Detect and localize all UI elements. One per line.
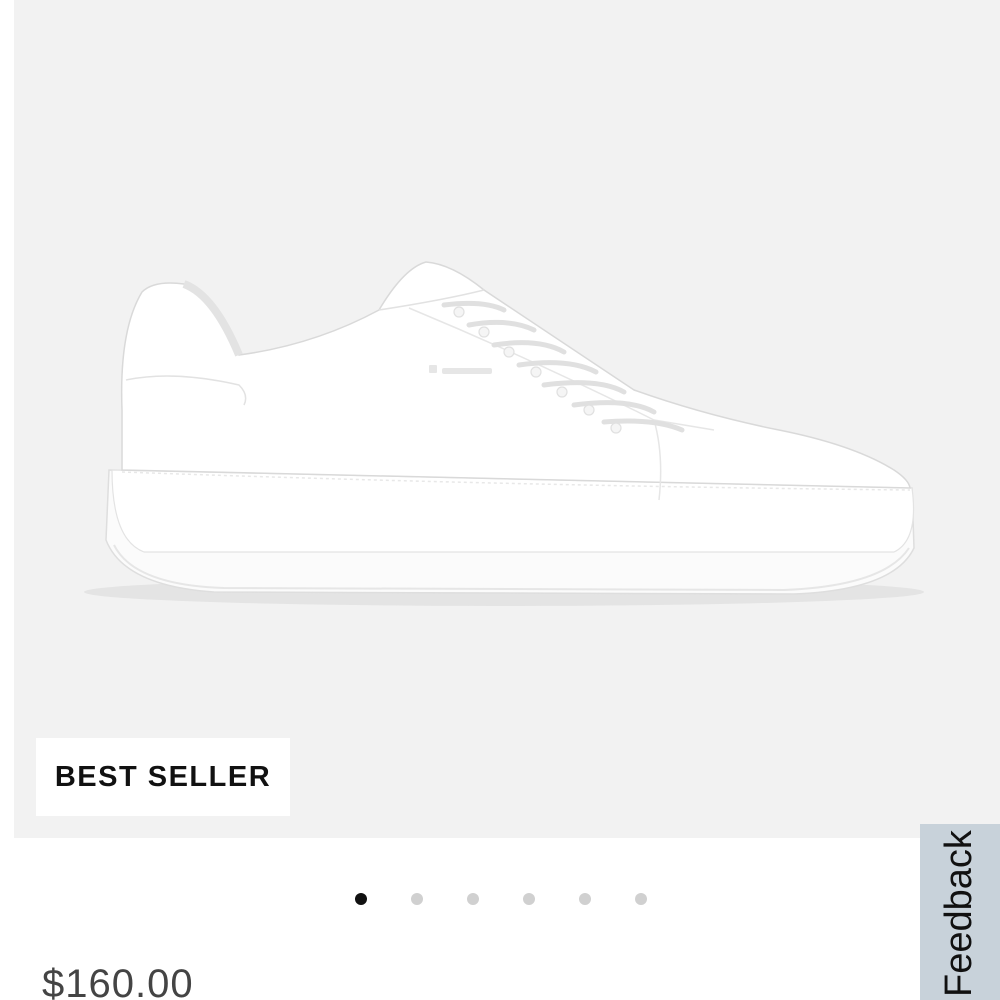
carousel-dot-5[interactable] (579, 893, 591, 905)
best-seller-label: BEST SELLER (54, 760, 272, 793)
carousel-dot-1[interactable] (355, 893, 367, 905)
image-carousel-dots (355, 893, 647, 905)
product-page: BEST SELLER $160.00 Feedback (0, 0, 1000, 1000)
product-price: $160.00 (42, 962, 194, 1000)
feedback-button[interactable]: Feedback (920, 824, 1000, 1000)
carousel-dot-3[interactable] (467, 893, 479, 905)
best-seller-badge: BEST SELLER (36, 738, 290, 816)
product-image-panel[interactable]: BEST SELLER (14, 0, 1000, 838)
sneaker-image (84, 261, 924, 606)
feedback-label: Feedback (938, 830, 980, 997)
carousel-dot-6[interactable] (635, 893, 647, 905)
carousel-dot-4[interactable] (523, 893, 535, 905)
carousel-dot-2[interactable] (411, 893, 423, 905)
